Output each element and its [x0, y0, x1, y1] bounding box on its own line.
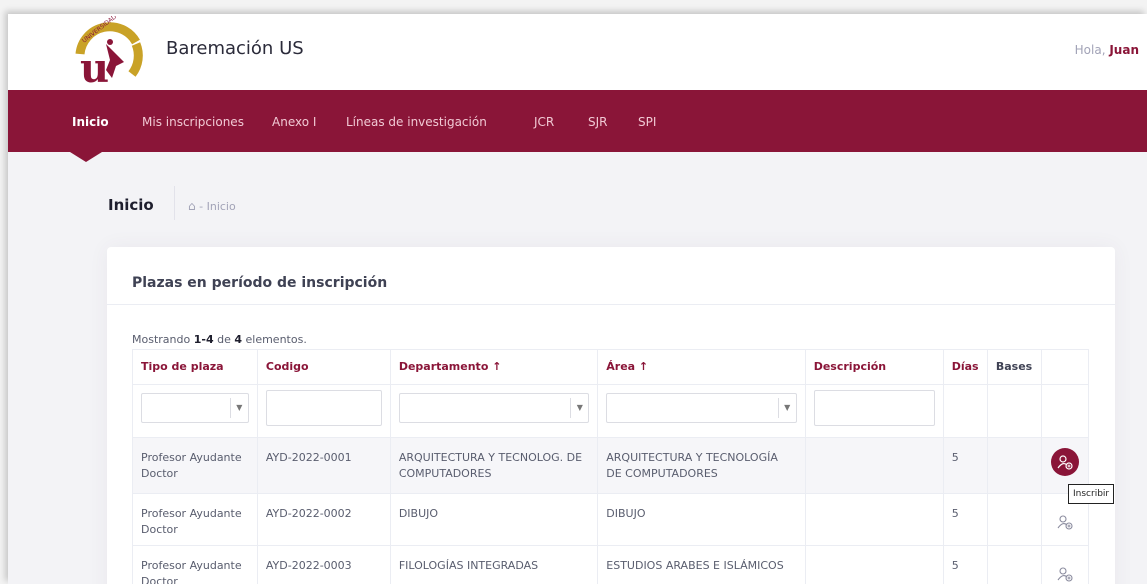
cell-tipo: Profesor Ayudante Doctor — [132, 493, 258, 546]
column-header-tipo[interactable]: Tipo de plaza — [132, 349, 258, 385]
cell-codigo: AYD-2022-0001 — [256, 437, 391, 494]
cell-dias: 5 — [942, 437, 988, 494]
cell-actions — [1040, 545, 1090, 584]
cell-dias: 5 — [942, 493, 988, 546]
user-name[interactable]: Juan — [1109, 43, 1139, 57]
plazas-card: Plazas en período de inscripción Mostran… — [107, 247, 1115, 584]
subheader-divider — [174, 186, 175, 220]
table-row: Profesor Ayudante Doctor AYD-2022-0001 A… — [132, 437, 1090, 494]
summary-prefix: Mostrando — [132, 333, 191, 346]
breadcrumb-item-inicio[interactable]: Inicio — [207, 200, 236, 213]
column-header-actions — [1040, 349, 1090, 385]
filter-row: ▼ ▼ ▼ — [132, 384, 1090, 438]
nav-item-lineas-investigacion[interactable]: Líneas de investigación — [346, 115, 487, 129]
summary-suffix: elementos. — [245, 333, 307, 346]
nav-item-sjr[interactable]: SJR — [588, 115, 608, 129]
cell-bases — [986, 545, 1042, 584]
cell-area: ARQUITECTURA Y TECNOLOGÍA DE COMPUTADORE… — [597, 437, 806, 494]
user-greeting[interactable]: Hola, Juan — [1075, 43, 1139, 57]
summary-middle: de — [217, 333, 231, 346]
active-nav-indicator — [70, 152, 102, 162]
cell-departamento: ARQUITECTURA Y TECNOLOG. DE COMPUTADORES — [389, 437, 599, 494]
column-header-departamento[interactable]: Departamento ↑ — [389, 349, 599, 385]
filter-departamento-select[interactable]: ▼ — [398, 393, 590, 423]
cell-bases — [986, 493, 1042, 546]
chevron-down-icon: ▼ — [570, 398, 588, 418]
cell-descripcion — [804, 493, 944, 546]
header-row: Tipo de plaza Codigo Departamento ↑ Área… — [132, 349, 1090, 385]
inscribir-button[interactable] — [1051, 560, 1079, 584]
filter-tipo-select[interactable]: ▼ — [141, 393, 249, 423]
add-user-icon — [1057, 567, 1073, 582]
cell-tipo: Profesor Ayudante Doctor — [132, 437, 258, 494]
results-summary: Mostrando 1-4 de 4 elementos. — [132, 333, 307, 346]
top-header: UNIVERSIDAD DE SEVILLA u Baremación US H… — [8, 14, 1147, 90]
column-header-area[interactable]: Área ↑ — [597, 349, 806, 385]
main-navbar: Inicio Mis inscripciones Anexo I Líneas … — [8, 90, 1147, 152]
cell-dias: 5 — [942, 545, 988, 584]
inscribir-tooltip: Inscribir — [1068, 484, 1115, 504]
chevron-down-icon: ▼ — [229, 398, 248, 418]
cell-tipo: Profesor Ayudante Doctor — [132, 545, 258, 584]
add-user-icon — [1057, 455, 1073, 470]
cell-codigo: AYD-2022-0003 — [256, 545, 391, 584]
universidad-de-sevilla-logo[interactable]: UNIVERSIDAD DE SEVILLA u — [70, 16, 148, 86]
cell-descripcion — [804, 437, 944, 494]
cell-departamento: FILOLOGÍAS INTEGRADAS — [389, 545, 599, 584]
cell-descripcion — [804, 545, 944, 584]
table-row: Profesor Ayudante Doctor AYD-2022-0003 F… — [132, 545, 1090, 584]
card-title: Plazas en período de inscripción — [132, 275, 388, 291]
nav-item-inicio[interactable]: Inicio — [72, 115, 109, 129]
breadcrumb-separator: - — [199, 200, 204, 213]
nav-item-spi[interactable]: SPI — [638, 115, 656, 129]
breadcrumb: ⌂ - Inicio — [188, 199, 236, 213]
nav-item-jcr[interactable]: JCR — [534, 115, 554, 129]
page-title: Inicio — [108, 196, 154, 214]
cell-codigo: AYD-2022-0002 — [256, 493, 391, 546]
table-row: Profesor Ayudante Doctor AYD-2022-0002 D… — [132, 493, 1090, 546]
inscribir-button[interactable] — [1051, 508, 1079, 536]
nav-item-mis-inscripciones[interactable]: Mis inscripciones — [142, 115, 244, 129]
column-header-dias[interactable]: Días — [942, 349, 988, 385]
app-title: Baremación US — [166, 38, 304, 59]
home-icon[interactable]: ⌂ — [188, 199, 196, 213]
filter-descripcion-input[interactable] — [813, 390, 935, 426]
svg-text:u: u — [80, 45, 109, 86]
filter-area-select[interactable]: ▼ — [606, 393, 797, 423]
chevron-down-icon: ▼ — [777, 398, 796, 418]
column-header-codigo[interactable]: Codigo — [256, 349, 391, 385]
cell-bases — [986, 437, 1042, 494]
column-header-descripcion[interactable]: Descripción — [804, 349, 944, 385]
nav-item-anexo-i[interactable]: Anexo I — [272, 115, 316, 129]
greeting-prefix: Hola, — [1074, 43, 1106, 57]
card-divider — [107, 304, 1115, 305]
summary-total: 4 — [234, 333, 242, 346]
summary-range: 1-4 — [193, 333, 214, 346]
browser-viewport: UNIVERSIDAD DE SEVILLA u Baremación US H… — [8, 14, 1147, 584]
inscribir-button[interactable] — [1050, 448, 1079, 476]
add-user-icon — [1057, 515, 1073, 530]
cell-area: DIBUJO — [597, 493, 806, 546]
cell-area: ESTUDIOS ARABES E ISLÁMICOS — [597, 545, 806, 584]
filter-codigo-input[interactable] — [265, 390, 382, 426]
cell-departamento: DIBUJO — [389, 493, 599, 546]
column-header-bases: Bases — [986, 349, 1042, 385]
plazas-table: Tipo de plaza Codigo Departamento ↑ Área… — [132, 349, 1090, 584]
